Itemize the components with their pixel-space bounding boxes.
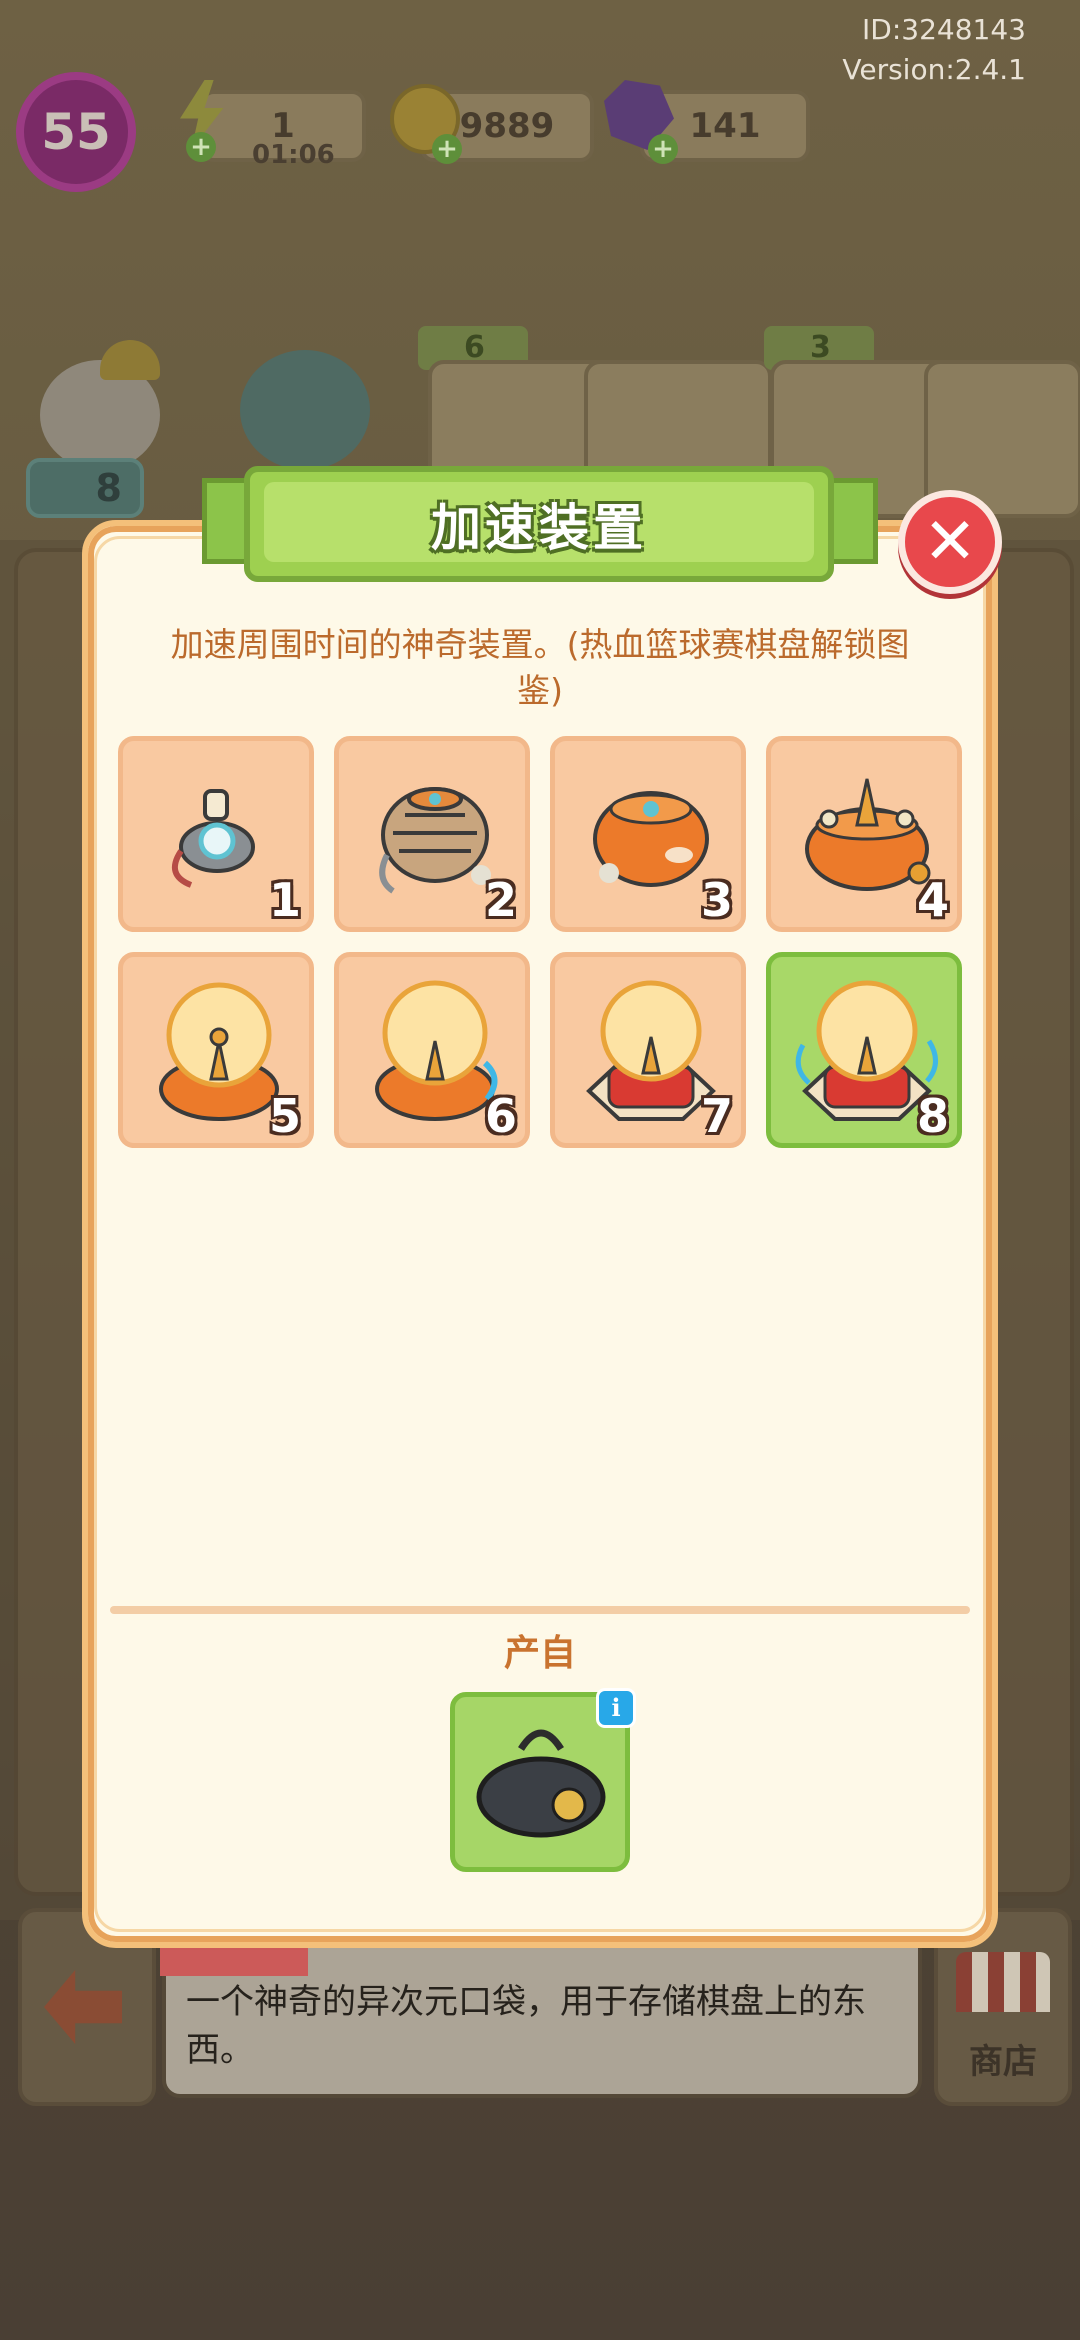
item-level-3[interactable]: 3	[550, 736, 746, 932]
item-level-6[interactable]: 6	[334, 952, 530, 1148]
player-level: 55	[41, 103, 111, 161]
item-level-number: 4	[916, 873, 949, 927]
player-level-badge[interactable]: 55	[16, 72, 136, 192]
item-level-1[interactable]: 1	[118, 736, 314, 932]
helper-count: 8	[95, 466, 122, 510]
item-level-7[interactable]: 7	[550, 952, 746, 1148]
item-level-number: 7	[700, 1089, 733, 1143]
shop-label: 商店	[969, 2042, 1037, 2082]
dialog-title: 加速装置	[431, 499, 647, 557]
shop-awning-icon	[956, 1952, 1050, 2012]
gem-value: 141	[689, 106, 761, 146]
source-info-icon[interactable]: i	[596, 1688, 636, 1728]
item-description: 加速周围时间的神奇装置。(热血篮球赛棋盘解锁图鉴)	[170, 625, 910, 710]
info-glyph: i	[611, 1693, 621, 1722]
item-level-2[interactable]: 2	[334, 736, 530, 932]
add-coins-plus-icon[interactable]: +	[432, 134, 462, 164]
coin-value: 9889	[459, 106, 555, 146]
helper-count-badge: 8	[26, 458, 144, 518]
item-level-number: 8	[916, 1089, 949, 1143]
item-level-number: 3	[700, 873, 733, 927]
item-level-number: 6	[484, 1089, 517, 1143]
item-level-8-current[interactable]: 8	[766, 952, 962, 1148]
item-level-5[interactable]: 5	[118, 952, 314, 1148]
add-energy-plus-icon[interactable]: +	[186, 132, 216, 162]
source-label: 产自	[503, 1633, 576, 1674]
add-gems-plus-icon[interactable]: +	[648, 134, 678, 164]
close-icon: ✕	[923, 505, 977, 579]
section-divider	[110, 1606, 970, 1614]
item-description-text: 一个神奇的异次元口袋，用于存储棋盘上的东西。	[186, 1982, 866, 2070]
item-level-number: 2	[484, 873, 517, 927]
exit-arrow-icon	[44, 1970, 122, 2044]
player-id: ID:3248143	[862, 13, 1026, 46]
customer-duck-avatar	[240, 350, 370, 470]
build-info: ID:3248143 Version:2.4.1	[842, 10, 1026, 90]
item-level-4[interactable]: 4	[766, 736, 962, 932]
energy-timer: 01:06	[252, 140, 335, 170]
item-level-number: 1	[268, 873, 301, 927]
close-button[interactable]: ✕	[898, 490, 1002, 594]
dialog-title-ribbon: 加速装置	[244, 466, 834, 582]
item-level-number: 5	[268, 1089, 301, 1143]
version-label: Version:2.4.1	[842, 53, 1026, 86]
